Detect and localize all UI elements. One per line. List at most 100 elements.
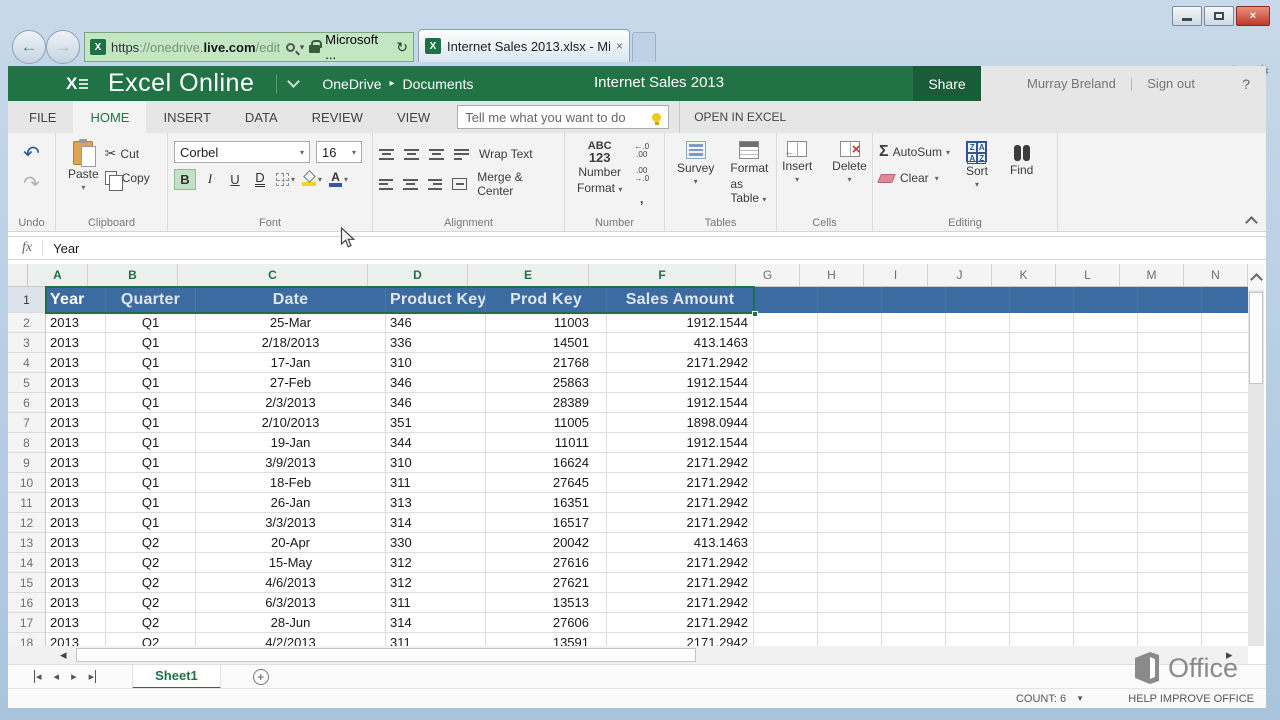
paste-button[interactable]: Paste ▾	[62, 139, 105, 213]
cell-C6[interactable]: 2/3/2013	[196, 393, 386, 413]
cell-F2[interactable]: 1912.1544	[607, 313, 754, 333]
cell-D14[interactable]: 312	[386, 553, 486, 573]
cell-D5[interactable]: 346	[386, 373, 486, 393]
cell-D16[interactable]: 311	[386, 593, 486, 613]
cell-H3[interactable]	[818, 333, 882, 353]
align-middle-icon[interactable]	[404, 149, 419, 160]
cell-E8[interactable]: 11011	[486, 433, 607, 453]
cell-E1[interactable]: Prod Key	[486, 287, 607, 313]
selection-fill-handle[interactable]	[752, 311, 758, 317]
cell-N13[interactable]	[1202, 533, 1248, 553]
scroll-left-icon[interactable]: ◂	[60, 647, 67, 663]
row-header-12[interactable]: 12	[8, 513, 46, 533]
cell-I7[interactable]	[882, 413, 946, 433]
cell-I12[interactable]	[882, 513, 946, 533]
cell-M13[interactable]	[1138, 533, 1202, 553]
window-minimize-button[interactable]	[1172, 6, 1202, 26]
survey-button[interactable]: Survey ▾	[671, 139, 720, 213]
clear-button[interactable]: Clear ▾	[879, 171, 950, 185]
cell-F16[interactable]: 2171.2942	[607, 593, 754, 613]
cell-H2[interactable]	[818, 313, 882, 333]
cell-E3[interactable]: 14501	[486, 333, 607, 353]
cell-I2[interactable]	[882, 313, 946, 333]
bold-button[interactable]: B	[174, 169, 196, 190]
cell-I15[interactable]	[882, 573, 946, 593]
redo-icon[interactable]: ↷	[23, 174, 40, 194]
formula-bar-value[interactable]: Year	[53, 241, 79, 256]
cell-H4[interactable]	[818, 353, 882, 373]
tell-me-input[interactable]: Tell me what you want to do	[457, 105, 669, 129]
cell-D13[interactable]: 330	[386, 533, 486, 553]
cell-N1[interactable]	[1202, 287, 1248, 313]
decrease-decimal-button[interactable]: .00→.0	[634, 167, 649, 183]
wrap-text-button[interactable]: Wrap Text	[479, 147, 533, 161]
cell-H8[interactable]	[818, 433, 882, 453]
cell-N6[interactable]	[1202, 393, 1248, 413]
cell-D15[interactable]: 312	[386, 573, 486, 593]
cell-J6[interactable]	[946, 393, 1010, 413]
cell-M15[interactable]	[1138, 573, 1202, 593]
cell-E2[interactable]: 11003	[486, 313, 607, 333]
tab-data[interactable]: DATA	[228, 101, 295, 133]
cell-G1[interactable]	[754, 287, 818, 313]
align-right-icon[interactable]	[428, 179, 442, 190]
cell-D17[interactable]: 314	[386, 613, 486, 633]
cell-K9[interactable]	[1010, 453, 1074, 473]
cell-I16[interactable]	[882, 593, 946, 613]
cell-G17[interactable]	[754, 613, 818, 633]
cell-A9[interactable]: 2013	[46, 453, 106, 473]
cell-N10[interactable]	[1202, 473, 1248, 493]
cell-F8[interactable]: 1912.1544	[607, 433, 754, 453]
cell-J12[interactable]	[946, 513, 1010, 533]
cell-E5[interactable]: 25863	[486, 373, 607, 393]
cell-K5[interactable]	[1010, 373, 1074, 393]
cell-M5[interactable]	[1138, 373, 1202, 393]
open-in-excel-button[interactable]: OPEN IN EXCEL	[679, 101, 800, 133]
breadcrumb-documents[interactable]: Documents	[403, 76, 474, 92]
cell-L1[interactable]	[1074, 287, 1138, 313]
cell-H13[interactable]	[818, 533, 882, 553]
cell-J9[interactable]	[946, 453, 1010, 473]
column-header-I[interactable]: I	[864, 264, 928, 287]
cell-L3[interactable]	[1074, 333, 1138, 353]
tab-file[interactable]: FILE	[12, 101, 73, 133]
cell-F5[interactable]: 1912.1544	[607, 373, 754, 393]
cell-L12[interactable]	[1074, 513, 1138, 533]
cell-E10[interactable]: 27645	[486, 473, 607, 493]
browser-forward-button[interactable]: →	[46, 30, 80, 64]
row-header-2[interactable]: 2	[8, 313, 46, 333]
underline-button[interactable]: U	[224, 169, 246, 190]
merge-center-button[interactable]: Merge & Center	[477, 170, 558, 198]
cell-J7[interactable]	[946, 413, 1010, 433]
cell-A7[interactable]: 2013	[46, 413, 106, 433]
next-sheet-icon[interactable]: ▸	[71, 670, 77, 683]
cell-L2[interactable]	[1074, 313, 1138, 333]
align-left-icon[interactable]	[379, 179, 393, 190]
cell-J16[interactable]	[946, 593, 1010, 613]
cell-H16[interactable]	[818, 593, 882, 613]
row-header-17[interactable]: 17	[8, 613, 46, 633]
cell-D4[interactable]: 310	[386, 353, 486, 373]
cell-D1[interactable]: Product Key	[386, 287, 486, 313]
cell-C3[interactable]: 2/18/2013	[196, 333, 386, 353]
cell-M6[interactable]	[1138, 393, 1202, 413]
cell-N3[interactable]	[1202, 333, 1248, 353]
cell-H10[interactable]	[818, 473, 882, 493]
select-all-corner[interactable]	[8, 264, 28, 287]
cell-A3[interactable]: 2013	[46, 333, 106, 353]
cell-C16[interactable]: 6/3/2013	[196, 593, 386, 613]
add-sheet-button[interactable]: +	[253, 669, 269, 685]
cell-M11[interactable]	[1138, 493, 1202, 513]
user-name[interactable]: Murray Breland	[1027, 76, 1116, 91]
cell-B6[interactable]: Q1	[106, 393, 196, 413]
browser-tab[interactable]: X Internet Sales 2013.xlsx - Mi... ×	[418, 29, 630, 62]
column-header-L[interactable]: L	[1056, 264, 1120, 287]
cell-I17[interactable]	[882, 613, 946, 633]
cell-C9[interactable]: 3/9/2013	[196, 453, 386, 473]
cell-L6[interactable]	[1074, 393, 1138, 413]
cell-K8[interactable]	[1010, 433, 1074, 453]
tab-close-icon[interactable]: ×	[616, 39, 623, 53]
cell-N11[interactable]	[1202, 493, 1248, 513]
cell-M9[interactable]	[1138, 453, 1202, 473]
cell-F7[interactable]: 1898.0944	[607, 413, 754, 433]
